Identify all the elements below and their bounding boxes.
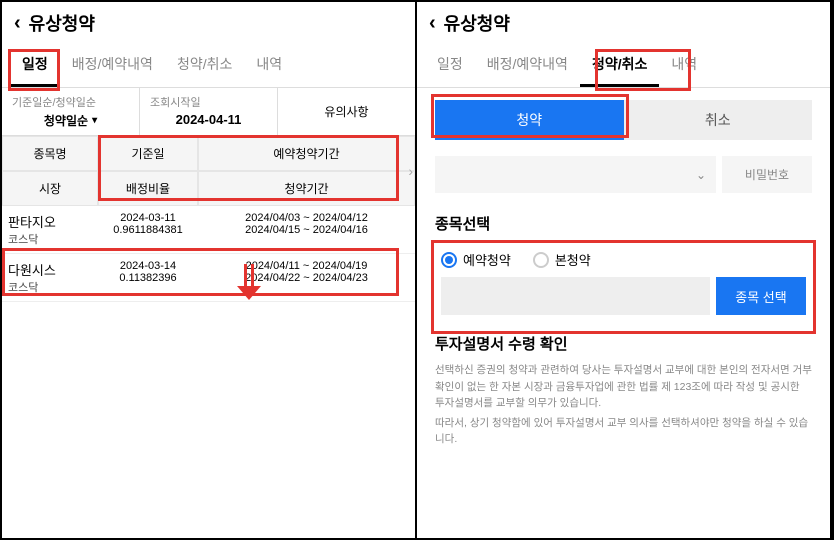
chevron-down-icon: ▾ bbox=[92, 115, 97, 126]
date-label: 조회시작일 bbox=[150, 94, 267, 110]
disclosure-p2: 따라서, 상기 청약함에 있어 투자설명서 교부 의사를 선택하셔야만 청약을 … bbox=[435, 415, 812, 448]
cell-market: 코스닥 bbox=[8, 231, 92, 247]
tab-allocation[interactable]: 배정/예약내역 bbox=[60, 44, 165, 87]
notice-label: 유의사항 bbox=[324, 103, 368, 120]
tab-schedule[interactable]: 일정 bbox=[425, 44, 475, 87]
date-value: 2024-04-11 bbox=[150, 112, 267, 127]
radio-reserve-label: 예약청약 bbox=[463, 250, 511, 269]
cell-sub-period: 2024/04/15 ~ 2024/04/16 bbox=[204, 224, 409, 236]
tab-schedule[interactable]: 일정 bbox=[10, 44, 60, 87]
disclosure: 투자설명서 수령 확인 선택하신 증권의 청약과 관련하여 당사는 투자설명서 … bbox=[435, 333, 812, 448]
filter-notice[interactable]: 유의사항 bbox=[278, 88, 415, 135]
sort-label: 기준일순/청약일순 bbox=[12, 94, 129, 110]
th-reserve: 예약청약기간 bbox=[198, 136, 415, 171]
th-ratio: 배정비율 bbox=[98, 171, 198, 206]
segment-subscribe[interactable]: 청약 bbox=[435, 100, 624, 140]
cell-reserve-period: 2024/04/03 ~ 2024/04/12 bbox=[204, 212, 409, 224]
table-row[interactable]: 판타지오 코스닥 2024-03-11 0.9611884381 2024/04… bbox=[2, 206, 415, 254]
cell-basedate: 2024-03-14 bbox=[104, 260, 192, 272]
right-panel: ‹ 유상청약 일정 배정/예약내역 청약/취소 내역 청약 취소 ⌄ 비밀번호 … bbox=[417, 2, 832, 538]
header: ‹ 유상청약 bbox=[2, 2, 415, 44]
stock-select-button[interactable]: 종목 선택 bbox=[716, 277, 806, 315]
tab-subscribe-cancel[interactable]: 청약/취소 bbox=[165, 44, 244, 87]
cell-name: 다원시스 bbox=[8, 260, 92, 279]
radio-icon bbox=[533, 252, 549, 268]
page-title: 유상청약 bbox=[29, 10, 95, 36]
segment-cancel[interactable]: 취소 bbox=[624, 100, 813, 140]
tab-allocation[interactable]: 배정/예약내역 bbox=[475, 44, 580, 87]
filter-row: 기준일순/청약일순 청약일순 ▾ 조회시작일 2024-04-11 유의사항 bbox=[2, 88, 415, 136]
page-title: 유상청약 bbox=[444, 10, 510, 36]
schedule-table: 종목명 시장 기준일 배정비율 예약청약기간 청약기간 › 판타지오 코스닥 2… bbox=[2, 136, 415, 302]
chevron-right-icon[interactable]: › bbox=[408, 163, 413, 179]
table-row[interactable]: 다원시스 코스닥 2024-03-14 0.11382396 2024/04/1… bbox=[2, 254, 415, 302]
th-market: 시장 bbox=[2, 171, 98, 206]
cell-ratio: 0.9611884381 bbox=[104, 224, 192, 236]
radio-row: 예약청약 본청약 bbox=[441, 250, 806, 269]
cell-sub-period: 2024/04/22 ~ 2024/04/23 bbox=[204, 272, 409, 284]
th-name: 종목명 bbox=[2, 136, 98, 171]
disclosure-title: 투자설명서 수령 확인 bbox=[435, 333, 812, 356]
tabs: 일정 배정/예약내역 청약/취소 내역 bbox=[417, 44, 830, 88]
chevron-down-icon: ⌄ bbox=[696, 168, 706, 182]
disclosure-p1: 선택하신 증권의 청약과 관련하여 당사는 투자설명서 교부에 대한 본인의 전… bbox=[435, 362, 812, 411]
radio-reserve[interactable]: 예약청약 bbox=[441, 250, 511, 269]
cell-reserve-period: 2024/04/11 ~ 2024/04/19 bbox=[204, 260, 409, 272]
tab-history[interactable]: 내역 bbox=[659, 44, 709, 87]
cell-market: 코스닥 bbox=[8, 279, 92, 295]
segment-buttons: 청약 취소 bbox=[435, 100, 812, 140]
stock-select-title: 종목선택 bbox=[435, 213, 812, 234]
sort-value: 청약일순 bbox=[44, 112, 88, 129]
radio-main[interactable]: 본청약 bbox=[533, 250, 591, 269]
filter-date[interactable]: 조회시작일 2024-04-11 bbox=[140, 88, 278, 135]
back-icon[interactable]: ‹ bbox=[429, 12, 436, 35]
table-header: 종목명 시장 기준일 배정비율 예약청약기간 청약기간 › bbox=[2, 136, 415, 206]
password-input[interactable]: 비밀번호 bbox=[722, 156, 812, 193]
tab-subscribe-cancel[interactable]: 청약/취소 bbox=[580, 44, 659, 87]
tabs: 일정 배정/예약내역 청약/취소 내역 bbox=[2, 44, 415, 88]
arrow-down-icon bbox=[240, 264, 264, 302]
left-panel: ‹ 유상청약 일정 배정/예약내역 청약/취소 내역 기준일순/청약일순 청약일… bbox=[2, 2, 417, 538]
account-row: ⌄ 비밀번호 bbox=[435, 156, 812, 193]
account-dropdown[interactable]: ⌄ bbox=[435, 156, 716, 193]
header: ‹ 유상청약 bbox=[417, 2, 830, 44]
radio-main-label: 본청약 bbox=[555, 250, 591, 269]
th-sub: 청약기간 bbox=[198, 171, 415, 206]
cell-name: 판타지오 bbox=[8, 212, 92, 231]
cell-basedate: 2024-03-11 bbox=[104, 212, 192, 224]
filter-sort[interactable]: 기준일순/청약일순 청약일순 ▾ bbox=[2, 88, 140, 135]
tab-history[interactable]: 내역 bbox=[244, 44, 294, 87]
th-basedate: 기준일 bbox=[98, 136, 198, 171]
back-icon[interactable]: ‹ bbox=[14, 12, 21, 35]
stock-select-input[interactable] bbox=[441, 277, 710, 315]
cell-ratio: 0.11382396 bbox=[104, 272, 192, 284]
radio-icon bbox=[441, 252, 457, 268]
